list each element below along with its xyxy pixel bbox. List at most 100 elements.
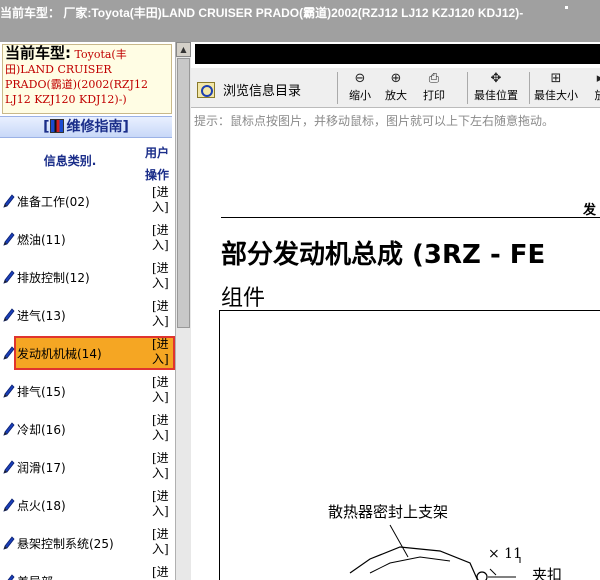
- pen-icon: [3, 308, 15, 322]
- enter-link[interactable]: [进 入]: [152, 489, 174, 519]
- enter-link[interactable]: [进 入]: [152, 337, 174, 367]
- category-row[interactable]: 燃油(11) [进 入]: [0, 220, 175, 258]
- category-row[interactable]: 排放控制(12) [进 入]: [0, 258, 175, 296]
- book-icon: [49, 119, 64, 133]
- category-label[interactable]: 差异部: [17, 573, 53, 580]
- header-operation: 用户 操作: [140, 142, 174, 186]
- enter-link[interactable]: [进 入]: [152, 223, 174, 253]
- move-arrows-icon: ✥: [490, 71, 502, 86]
- category-row[interactable]: 发动机机械(14) [进 入]: [0, 334, 175, 372]
- enter-link[interactable]: [进 入]: [152, 299, 174, 329]
- category-row[interactable]: 进气(13) [进 入]: [0, 296, 175, 334]
- enter-link-line2: 入]: [152, 466, 169, 480]
- pen-icon: [3, 460, 15, 474]
- more-label: 放: [595, 89, 600, 102]
- enter-link-line1: [进: [152, 565, 169, 579]
- category-label[interactable]: 悬架控制系统(25): [17, 535, 114, 552]
- pen-icon: [7, 574, 15, 580]
- enter-link-line2: 入]: [152, 200, 169, 214]
- document-top-bar: [195, 44, 600, 64]
- best-position-button[interactable]: ✥ 最佳位置: [474, 71, 518, 103]
- header-op-line1: 用户: [144, 146, 169, 160]
- zoom-out-icon: ⊖: [354, 71, 366, 86]
- enter-link-line2: 入]: [152, 352, 169, 366]
- scroll-thumb[interactable]: [177, 58, 190, 328]
- enter-link[interactable]: [进 入]: [152, 451, 174, 481]
- pen-icon: [3, 536, 15, 550]
- enter-link-line2: 入]: [152, 504, 169, 518]
- enter-link-line1: [进: [152, 451, 169, 465]
- enter-link-line1: [进: [152, 299, 169, 313]
- repair-guide-bar[interactable]: [维修指南]: [0, 116, 172, 138]
- best-size-button[interactable]: ⊞ 最佳大小: [534, 71, 578, 103]
- zoom-out-button[interactable]: ⊖ 缩小: [349, 71, 371, 103]
- toolbar-separator: [467, 72, 468, 104]
- category-label[interactable]: 燃油(11): [17, 231, 66, 248]
- pen-icon: [3, 232, 15, 246]
- enter-link-line1: [进: [152, 337, 169, 351]
- left-panel: 当前车型: Toyota(丰田)LAND CRUISER PRADO(霸道)(2…: [0, 42, 175, 580]
- browse-magnifier-icon: [197, 82, 215, 98]
- pen-icon: [3, 346, 15, 360]
- pen-icon: [3, 194, 15, 208]
- diagram-label-radiator-support: 散热器密封上支架: [328, 503, 449, 521]
- window-title: 当前车型： 厂家:Toyota(丰田)LAND CRUISER PRADO(霸道…: [0, 6, 524, 20]
- enter-link[interactable]: [进: [152, 565, 174, 580]
- enter-link[interactable]: [进 入]: [152, 261, 174, 291]
- document-rule: [221, 217, 600, 218]
- browse-catalog-button[interactable]: 浏览信息目录: [197, 80, 301, 99]
- enter-link-line1: [进: [152, 489, 169, 503]
- enter-link-line1: [进: [152, 527, 169, 541]
- enter-link-line2: 入]: [152, 428, 169, 442]
- zoom-in-icon: ⊕: [390, 71, 402, 86]
- category-row[interactable]: 悬架控制系统(25) [进 入]: [0, 524, 175, 562]
- pen-icon: [3, 384, 15, 398]
- category-label[interactable]: 润滑(17): [17, 459, 66, 476]
- best-size-label: 最佳大小: [534, 89, 578, 102]
- enter-link-line1: [进: [152, 375, 169, 389]
- enter-link[interactable]: [进 入]: [152, 413, 174, 443]
- print-label: 打印: [423, 89, 445, 102]
- enter-link-line1: [进: [152, 413, 169, 427]
- category-row[interactable]: 点火(18) [进 入]: [0, 486, 175, 524]
- component-diagram[interactable]: 散热器密封上支架 × 11 夹扣: [219, 310, 600, 580]
- scroll-up-arrow-icon[interactable]: ▲: [176, 42, 191, 57]
- enter-link[interactable]: [进 入]: [152, 375, 174, 405]
- zoom-out-label: 缩小: [349, 89, 371, 102]
- print-button[interactable]: ⎙ 打印: [423, 71, 445, 103]
- category-label[interactable]: 准备工作(02): [17, 193, 90, 210]
- category-label[interactable]: 点火(18): [17, 497, 66, 514]
- diagram-label-clip: 夹扣: [532, 566, 563, 580]
- window-title-bar: 当前车型： 厂家:Toyota(丰田)LAND CRUISER PRADO(霸道…: [0, 0, 600, 42]
- enter-link[interactable]: [进 入]: [152, 527, 174, 557]
- category-row[interactable]: 准备工作(02) [进 入]: [0, 182, 175, 220]
- toolbar: 浏览信息目录 ⊖ 缩小 ⊕ 放大 ⎙ 打印 ✥ 最佳位置 ⊞ 最佳大小 ▸ 放: [191, 68, 600, 108]
- enter-link-line1: [进: [152, 261, 169, 275]
- best-position-label: 最佳位置: [474, 89, 518, 102]
- title-dot: [565, 6, 568, 9]
- document-title: 部分发动机总成 (3RZ - FE: [221, 240, 546, 270]
- enter-link[interactable]: [进 入]: [152, 185, 174, 215]
- enter-link-line2: 入]: [152, 542, 169, 556]
- category-label[interactable]: 排放控制(12): [17, 269, 90, 286]
- category-label[interactable]: 发动机机械(14): [17, 345, 102, 362]
- category-row[interactable]: 排气(15) [进 入]: [0, 372, 175, 410]
- hint-text: 提示：鼠标点按图片，并移动鼠标，图片就可以上下左右随意拖动。: [194, 114, 555, 128]
- category-label[interactable]: 进气(13): [17, 307, 66, 324]
- current-car-label: 当前车型:: [5, 44, 71, 62]
- category-row[interactable]: 冷却(16) [进 入]: [0, 410, 175, 448]
- category-row[interactable]: 差异部 [进: [0, 562, 175, 580]
- category-row[interactable]: 润滑(17) [进 入]: [0, 448, 175, 486]
- guide-label: 维修指南: [66, 119, 123, 135]
- more-button[interactable]: ▸ 放: [592, 71, 600, 103]
- pen-icon: [3, 270, 15, 284]
- guide-bracket-close: ]: [122, 119, 129, 135]
- category-label[interactable]: 排气(15): [17, 383, 66, 400]
- enter-link-line2: 入]: [152, 314, 169, 328]
- document-subtitle: 组件: [221, 286, 266, 311]
- left-scrollbar[interactable]: ▲: [175, 42, 191, 580]
- document-corner-text: 发: [583, 203, 597, 218]
- zoom-in-button[interactable]: ⊕ 放大: [385, 71, 407, 103]
- category-label[interactable]: 冷却(16): [17, 421, 66, 438]
- toolbar-separator: [337, 72, 338, 104]
